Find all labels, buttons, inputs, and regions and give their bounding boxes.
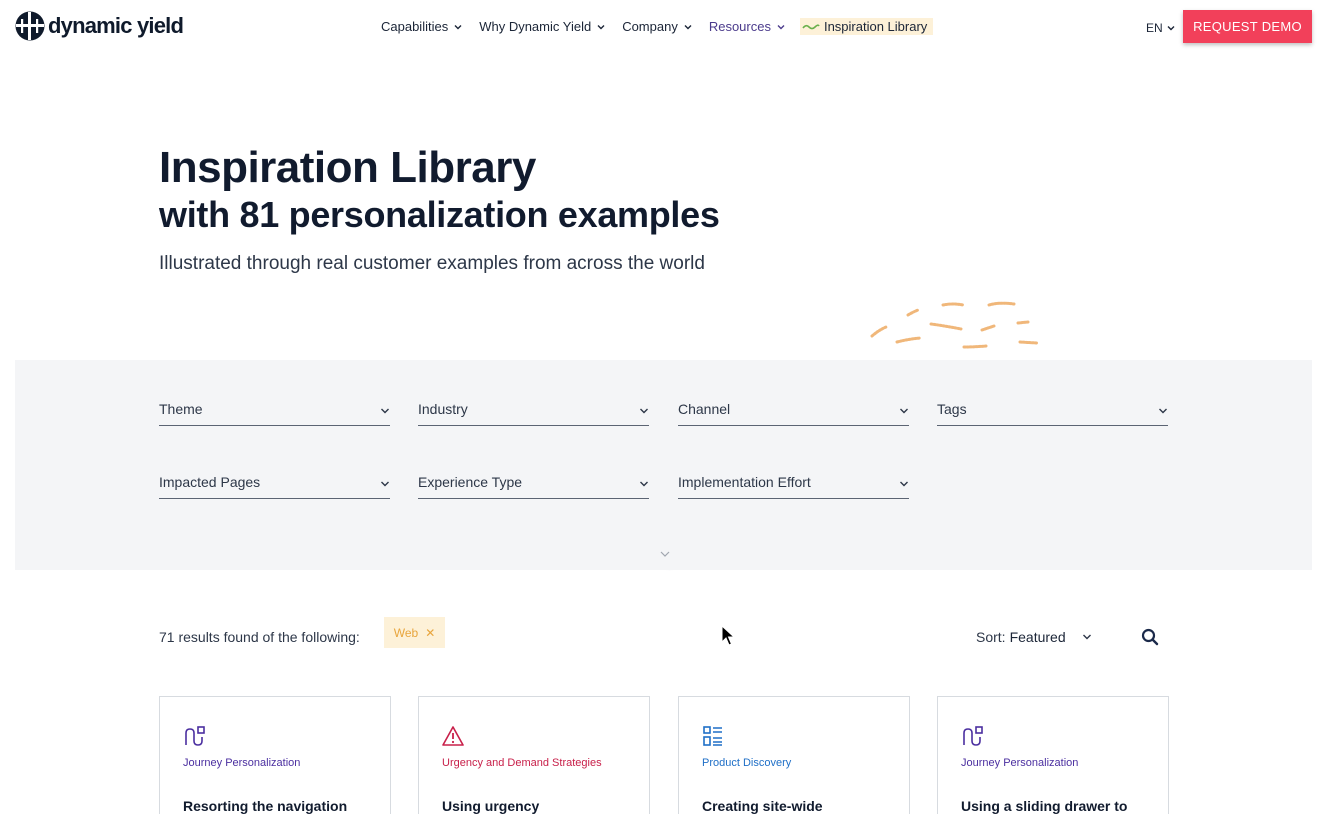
filter-label: Theme	[159, 401, 203, 417]
chevron-down-icon	[900, 408, 908, 414]
card-category: Product Discovery	[702, 757, 792, 769]
nav-label: Resources	[708, 19, 771, 34]
journey-icon	[963, 726, 983, 746]
chevron-down-icon	[1159, 408, 1167, 414]
chevron-down-icon	[454, 24, 462, 29]
nav-label: Why Dynamic Yield	[479, 19, 592, 34]
chevron-down-icon	[777, 24, 785, 29]
example-card[interactable]: Urgency and Demand Strategies Using urge…	[418, 696, 650, 814]
nav-why-dynamic-yield[interactable]: Why Dynamic Yield	[479, 19, 605, 34]
results-count: 71 results found of the following:	[159, 629, 360, 645]
nav-company[interactable]: Company	[622, 19, 692, 34]
filter-impacted-pages[interactable]: Impacted Pages	[159, 474, 390, 499]
nav-resources[interactable]: Resources	[709, 19, 785, 34]
brand-logo[interactable]: dynamic yield	[15, 11, 184, 41]
chevron-down-icon	[900, 481, 908, 487]
request-demo-button[interactable]: REQUEST DEMO	[1183, 10, 1312, 43]
site-header: dynamic yield Capabilities Why Dynamic Y…	[0, 0, 1330, 54]
chevron-down-icon	[640, 481, 648, 487]
chevron-down-icon	[381, 408, 389, 414]
nav-inspiration-library[interactable]: Inspiration Library	[799, 18, 934, 35]
card-title: Using urgency	[442, 798, 540, 814]
card-category: Journey Personalization	[183, 757, 301, 769]
card-category: Journey Personalization	[961, 757, 1079, 769]
squiggle-icon	[802, 23, 820, 29]
chevron-down-icon	[1167, 26, 1175, 31]
page-subtitle: with 81 personalization examples	[159, 194, 720, 235]
chevron-down-icon	[640, 408, 648, 414]
chip-label: Web	[393, 625, 419, 640]
nav-label: Capabilities	[381, 19, 449, 34]
page-title: Inspiration Library	[159, 143, 536, 192]
main-nav: Capabilities Why Dynamic Yield Company R…	[381, 18, 950, 35]
warning-icon	[442, 726, 464, 746]
journey-icon	[185, 726, 205, 746]
filter-label: Industry	[418, 401, 468, 417]
mouse-cursor-icon	[721, 625, 735, 646]
filter-tags[interactable]: Tags	[937, 401, 1168, 426]
filter-label: Implementation Effort	[678, 474, 811, 490]
filter-experience-type[interactable]: Experience Type	[418, 474, 649, 499]
filter-label: Tags	[937, 401, 967, 417]
language-selector[interactable]: EN	[1146, 21, 1175, 35]
sort-dropdown[interactable]: Sort: Featured	[976, 629, 1092, 645]
card-title: Creating site-wide	[702, 798, 823, 814]
nav-label: Company	[622, 19, 678, 34]
sort-value: Featured	[1009, 629, 1066, 645]
example-card[interactable]: Product Discovery Creating site-wide	[678, 696, 910, 814]
close-icon[interactable]: ✕	[425, 626, 435, 640]
list-icon	[703, 726, 722, 746]
brand-name: dynamic yield	[48, 13, 184, 38]
nav-label: Inspiration Library	[823, 19, 928, 34]
filter-panel	[15, 360, 1312, 570]
chevron-down-icon	[684, 24, 692, 29]
chevron-down-icon	[1082, 634, 1091, 640]
active-filter-chip[interactable]: Web ✕	[384, 617, 445, 648]
example-card[interactable]: Journey Personalization Using a sliding …	[937, 696, 1169, 814]
sort-label: Sort:	[976, 629, 1006, 645]
filter-label: Channel	[678, 401, 731, 417]
page-description: Illustrated through real customer exampl…	[159, 253, 705, 274]
filter-industry[interactable]: Industry	[418, 401, 649, 426]
language-label: EN	[1146, 21, 1163, 35]
logo-icon	[15, 11, 45, 41]
nav-capabilities[interactable]: Capabilities	[381, 19, 462, 34]
card-category: Urgency and Demand Strategies	[442, 757, 602, 769]
chevron-down-icon	[381, 481, 389, 487]
example-card[interactable]: Journey Personalization Resorting the na…	[159, 696, 391, 814]
chevron-down-icon	[597, 24, 605, 29]
card-title: Resorting the navigation	[183, 798, 348, 814]
filter-implementation-effort[interactable]: Implementation Effort	[678, 474, 909, 499]
filter-label: Experience Type	[418, 474, 523, 490]
search-icon[interactable]	[1141, 628, 1159, 646]
decorative-squiggles	[870, 301, 1039, 349]
filter-label: Impacted Pages	[159, 474, 261, 490]
card-title: Using a sliding drawer to	[961, 798, 1128, 814]
filter-theme[interactable]: Theme	[159, 401, 390, 426]
expand-filters-chevron-icon[interactable]	[659, 550, 671, 558]
filter-channel[interactable]: Channel	[678, 401, 909, 426]
